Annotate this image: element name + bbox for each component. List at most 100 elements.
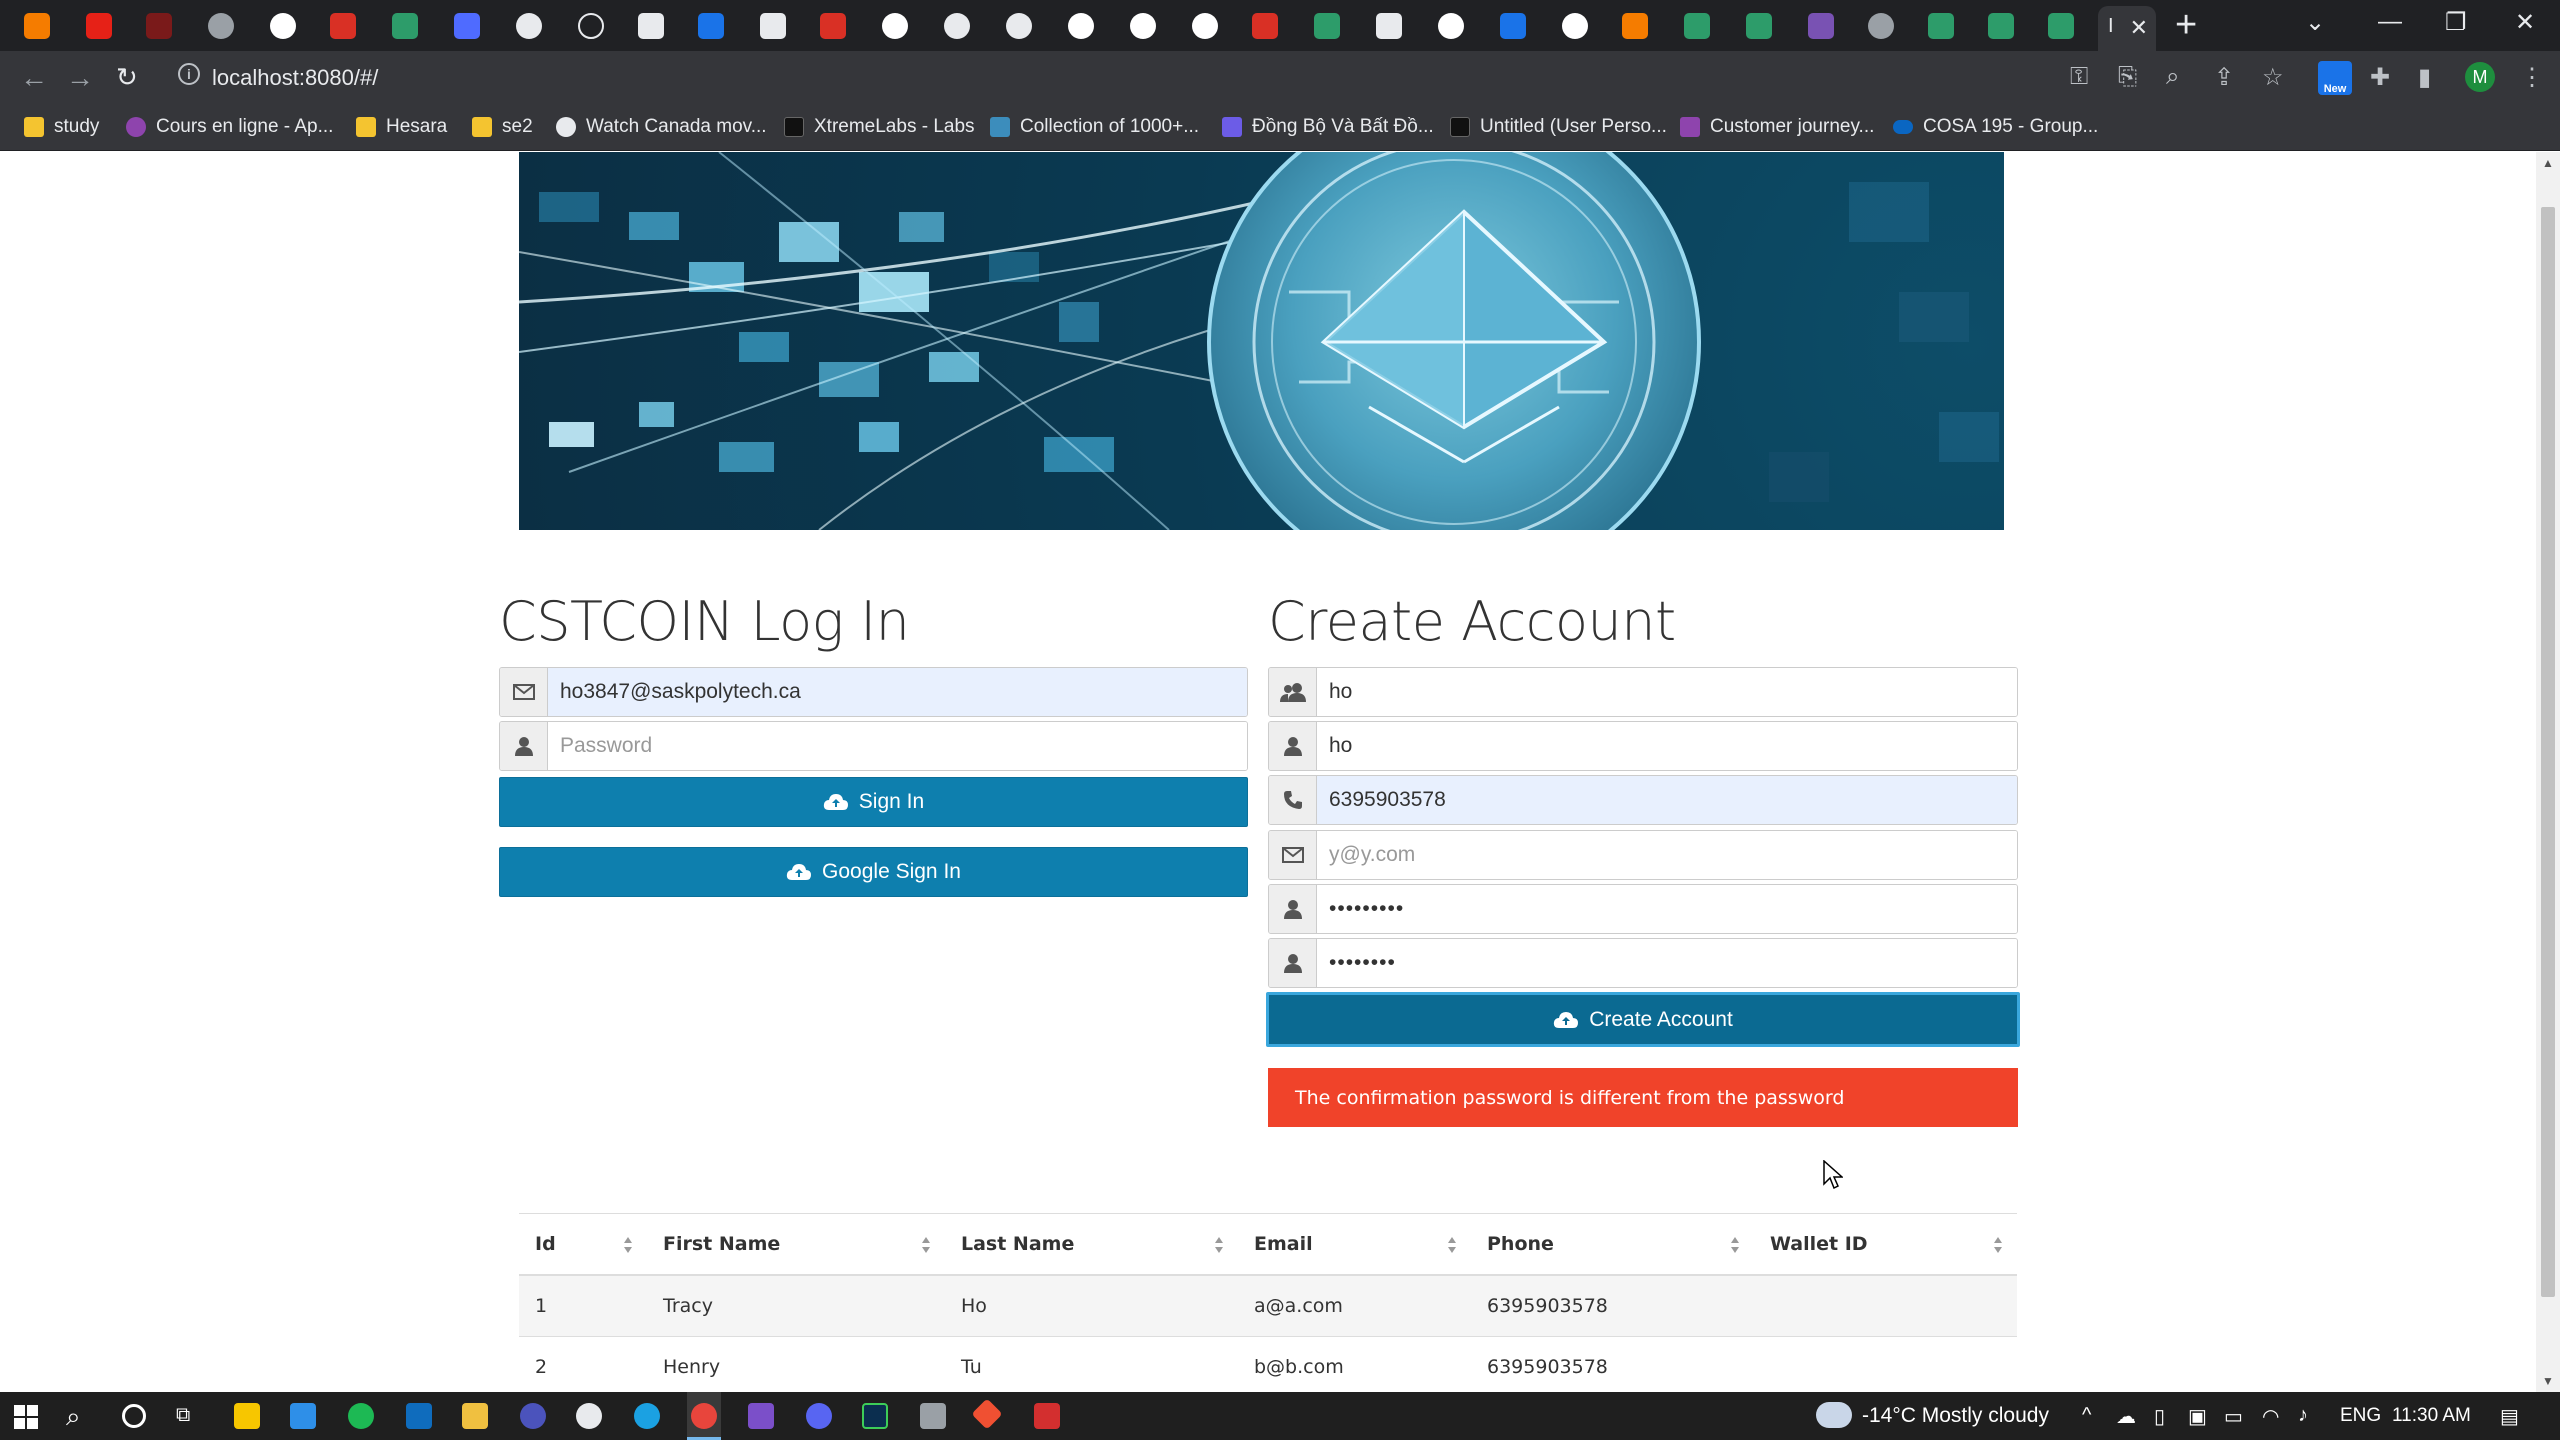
weather-icon[interactable] [1816, 1402, 1852, 1428]
tab-favicon[interactable] [208, 13, 234, 39]
github-tab-icon[interactable] [944, 13, 970, 39]
extensions-icon[interactable]: ✚ [2370, 63, 2390, 92]
tab-favicon[interactable] [1006, 13, 1032, 39]
google-tab-icon[interactable] [1068, 13, 1094, 39]
last-name-input[interactable] [1317, 722, 2017, 770]
google-tab-icon[interactable] [882, 13, 908, 39]
zoom-icon[interactable]: ⌕ [2166, 63, 2179, 91]
tray-chevron-icon[interactable]: ^ [2082, 1404, 2091, 1427]
google-tab-icon[interactable] [1192, 13, 1218, 39]
table-row[interactable]: 2 Henry Tu b@b.com 6395903578 [519, 1337, 2017, 1392]
tab-favicon[interactable] [516, 13, 542, 39]
scrollbar-thumb[interactable] [2541, 207, 2555, 1297]
edge-icon[interactable] [634, 1403, 660, 1429]
google-tab-icon[interactable] [1438, 13, 1464, 39]
google-tab-icon[interactable] [1562, 13, 1588, 39]
back-icon[interactable]: ← [20, 62, 48, 94]
vue-tab-icon[interactable] [2048, 13, 2074, 39]
bookmark-item[interactable]: Customer journey... [1680, 116, 1874, 138]
bootstrap-tab-icon[interactable] [1808, 13, 1834, 39]
youtube-tab-icon[interactable] [86, 13, 112, 39]
outlook-icon[interactable] [406, 1403, 432, 1429]
discord-icon[interactable] [806, 1403, 832, 1429]
scroll-down-icon[interactable]: ▼ [2542, 1374, 2554, 1388]
address-bar[interactable]: localhost:8080/#/ [212, 65, 378, 91]
menu-icon[interactable]: ⋮ [2520, 63, 2544, 92]
api-tab-icon[interactable] [698, 13, 724, 39]
vue-tab-icon[interactable] [392, 13, 418, 39]
tab-favicon[interactable] [24, 13, 50, 39]
battery-icon[interactable]: ▭ [2224, 1404, 2243, 1429]
display-icon[interactable]: ▣ [2188, 1404, 2207, 1429]
tab-favicon[interactable] [578, 13, 604, 39]
extension-new-icon[interactable]: New [2318, 61, 2352, 95]
new-tab-icon[interactable]: + [2175, 6, 2197, 44]
close-tab-icon[interactable]: ✕ [2130, 15, 2148, 41]
git-icon[interactable] [971, 1398, 1003, 1430]
bookmark-item[interactable]: XtremeLabs - Labs [784, 116, 975, 138]
phone-input[interactable] [1317, 776, 2017, 824]
database-icon[interactable] [920, 1403, 946, 1429]
wifi-icon[interactable]: ◠ [2262, 1404, 2279, 1429]
bookmark-item[interactable]: se2 [472, 116, 533, 138]
bookmark-item[interactable]: Collection of 1000+... [990, 116, 1199, 138]
notifications-icon[interactable]: ▤ [2500, 1404, 2519, 1429]
tab-favicon[interactable] [1622, 13, 1648, 39]
login-email-input[interactable] [548, 668, 1247, 716]
tab-favicon[interactable] [638, 13, 664, 39]
forward-icon[interactable]: → [66, 62, 94, 94]
tab-favicon[interactable] [1252, 13, 1278, 39]
bookmark-item[interactable]: Untitled (User Perso... [1450, 116, 1667, 138]
tab-favicon[interactable] [330, 13, 356, 39]
minimize-icon[interactable]: — [2378, 8, 2402, 36]
file-explorer-icon[interactable] [462, 1403, 488, 1429]
weather-text[interactable]: -14°C Mostly cloudy [1862, 1404, 2049, 1428]
tab-favicon[interactable] [454, 13, 480, 39]
share-icon[interactable]: ⇪ [2214, 63, 2234, 92]
clock[interactable]: 11:30 AM [2392, 1405, 2471, 1427]
onedrive-tray-icon[interactable]: ☁ [2116, 1404, 2136, 1429]
spotify-icon[interactable] [348, 1403, 374, 1429]
create-account-button[interactable]: Create Account [1266, 992, 2020, 1047]
column-header-last-name[interactable]: Last Name [945, 1214, 1238, 1274]
column-header-wallet-id[interactable]: Wallet ID [1754, 1214, 2017, 1274]
zoom-app-icon[interactable] [520, 1403, 546, 1429]
profile-avatar[interactable]: M [2465, 62, 2495, 92]
google-tab-icon[interactable] [270, 13, 296, 39]
column-header-phone[interactable]: Phone [1471, 1214, 1754, 1274]
volume-icon[interactable]: ♪ [2298, 1404, 2308, 1427]
close-window-icon[interactable]: ✕ [2515, 8, 2535, 37]
task-view-icon[interactable]: ⧉ [176, 1404, 190, 1427]
table-row[interactable]: 1 Tracy Ho a@a.com 6395903578 [519, 1276, 2017, 1337]
medium-tab-icon[interactable] [1376, 13, 1402, 39]
tab-favicon[interactable] [1746, 13, 1772, 39]
confirm-password-input[interactable] [1317, 939, 2017, 987]
bookmark-item[interactable]: Cours en ligne - Ap... [126, 116, 333, 138]
webstorm-icon[interactable] [862, 1403, 888, 1429]
scroll-up-icon[interactable]: ▲ [2542, 156, 2554, 170]
translate-icon[interactable]: ⎘ [2118, 63, 2137, 91]
search-icon[interactable]: ⌕ [66, 1401, 81, 1433]
microphone-icon[interactable]: ▯ [2154, 1404, 2165, 1429]
column-header-email[interactable]: Email [1238, 1214, 1471, 1274]
bookmark-item[interactable]: COSA 195 - Group... [1893, 116, 2098, 138]
google-tab-icon[interactable] [1130, 13, 1156, 39]
vue-tab-icon[interactable] [1928, 13, 1954, 39]
tab-favicon[interactable] [1868, 13, 1894, 39]
login-password-input[interactable] [548, 722, 1247, 770]
chrome-icon[interactable] [691, 1403, 717, 1429]
visual-studio-icon[interactable] [748, 1403, 774, 1429]
bookmark-item[interactable]: study [24, 116, 99, 138]
todo-icon[interactable] [290, 1403, 316, 1429]
vue-tab-icon[interactable] [1988, 13, 2014, 39]
site-info-icon[interactable]: i [178, 63, 200, 85]
active-tab[interactable]: I ✕ [2098, 6, 2156, 51]
sign-in-button[interactable]: Sign In [499, 777, 1248, 827]
windows-start-icon[interactable] [14, 1405, 38, 1429]
slack-icon[interactable] [576, 1403, 602, 1429]
key-icon[interactable]: ⚿ [2070, 63, 2088, 91]
bookmark-item[interactable]: Đồng Bộ Và Bất Đồ... [1222, 116, 1434, 138]
first-name-input[interactable] [1317, 668, 2017, 716]
reload-icon[interactable]: ↻ [116, 62, 138, 93]
google-sign-in-button[interactable]: Google Sign In [499, 847, 1248, 897]
